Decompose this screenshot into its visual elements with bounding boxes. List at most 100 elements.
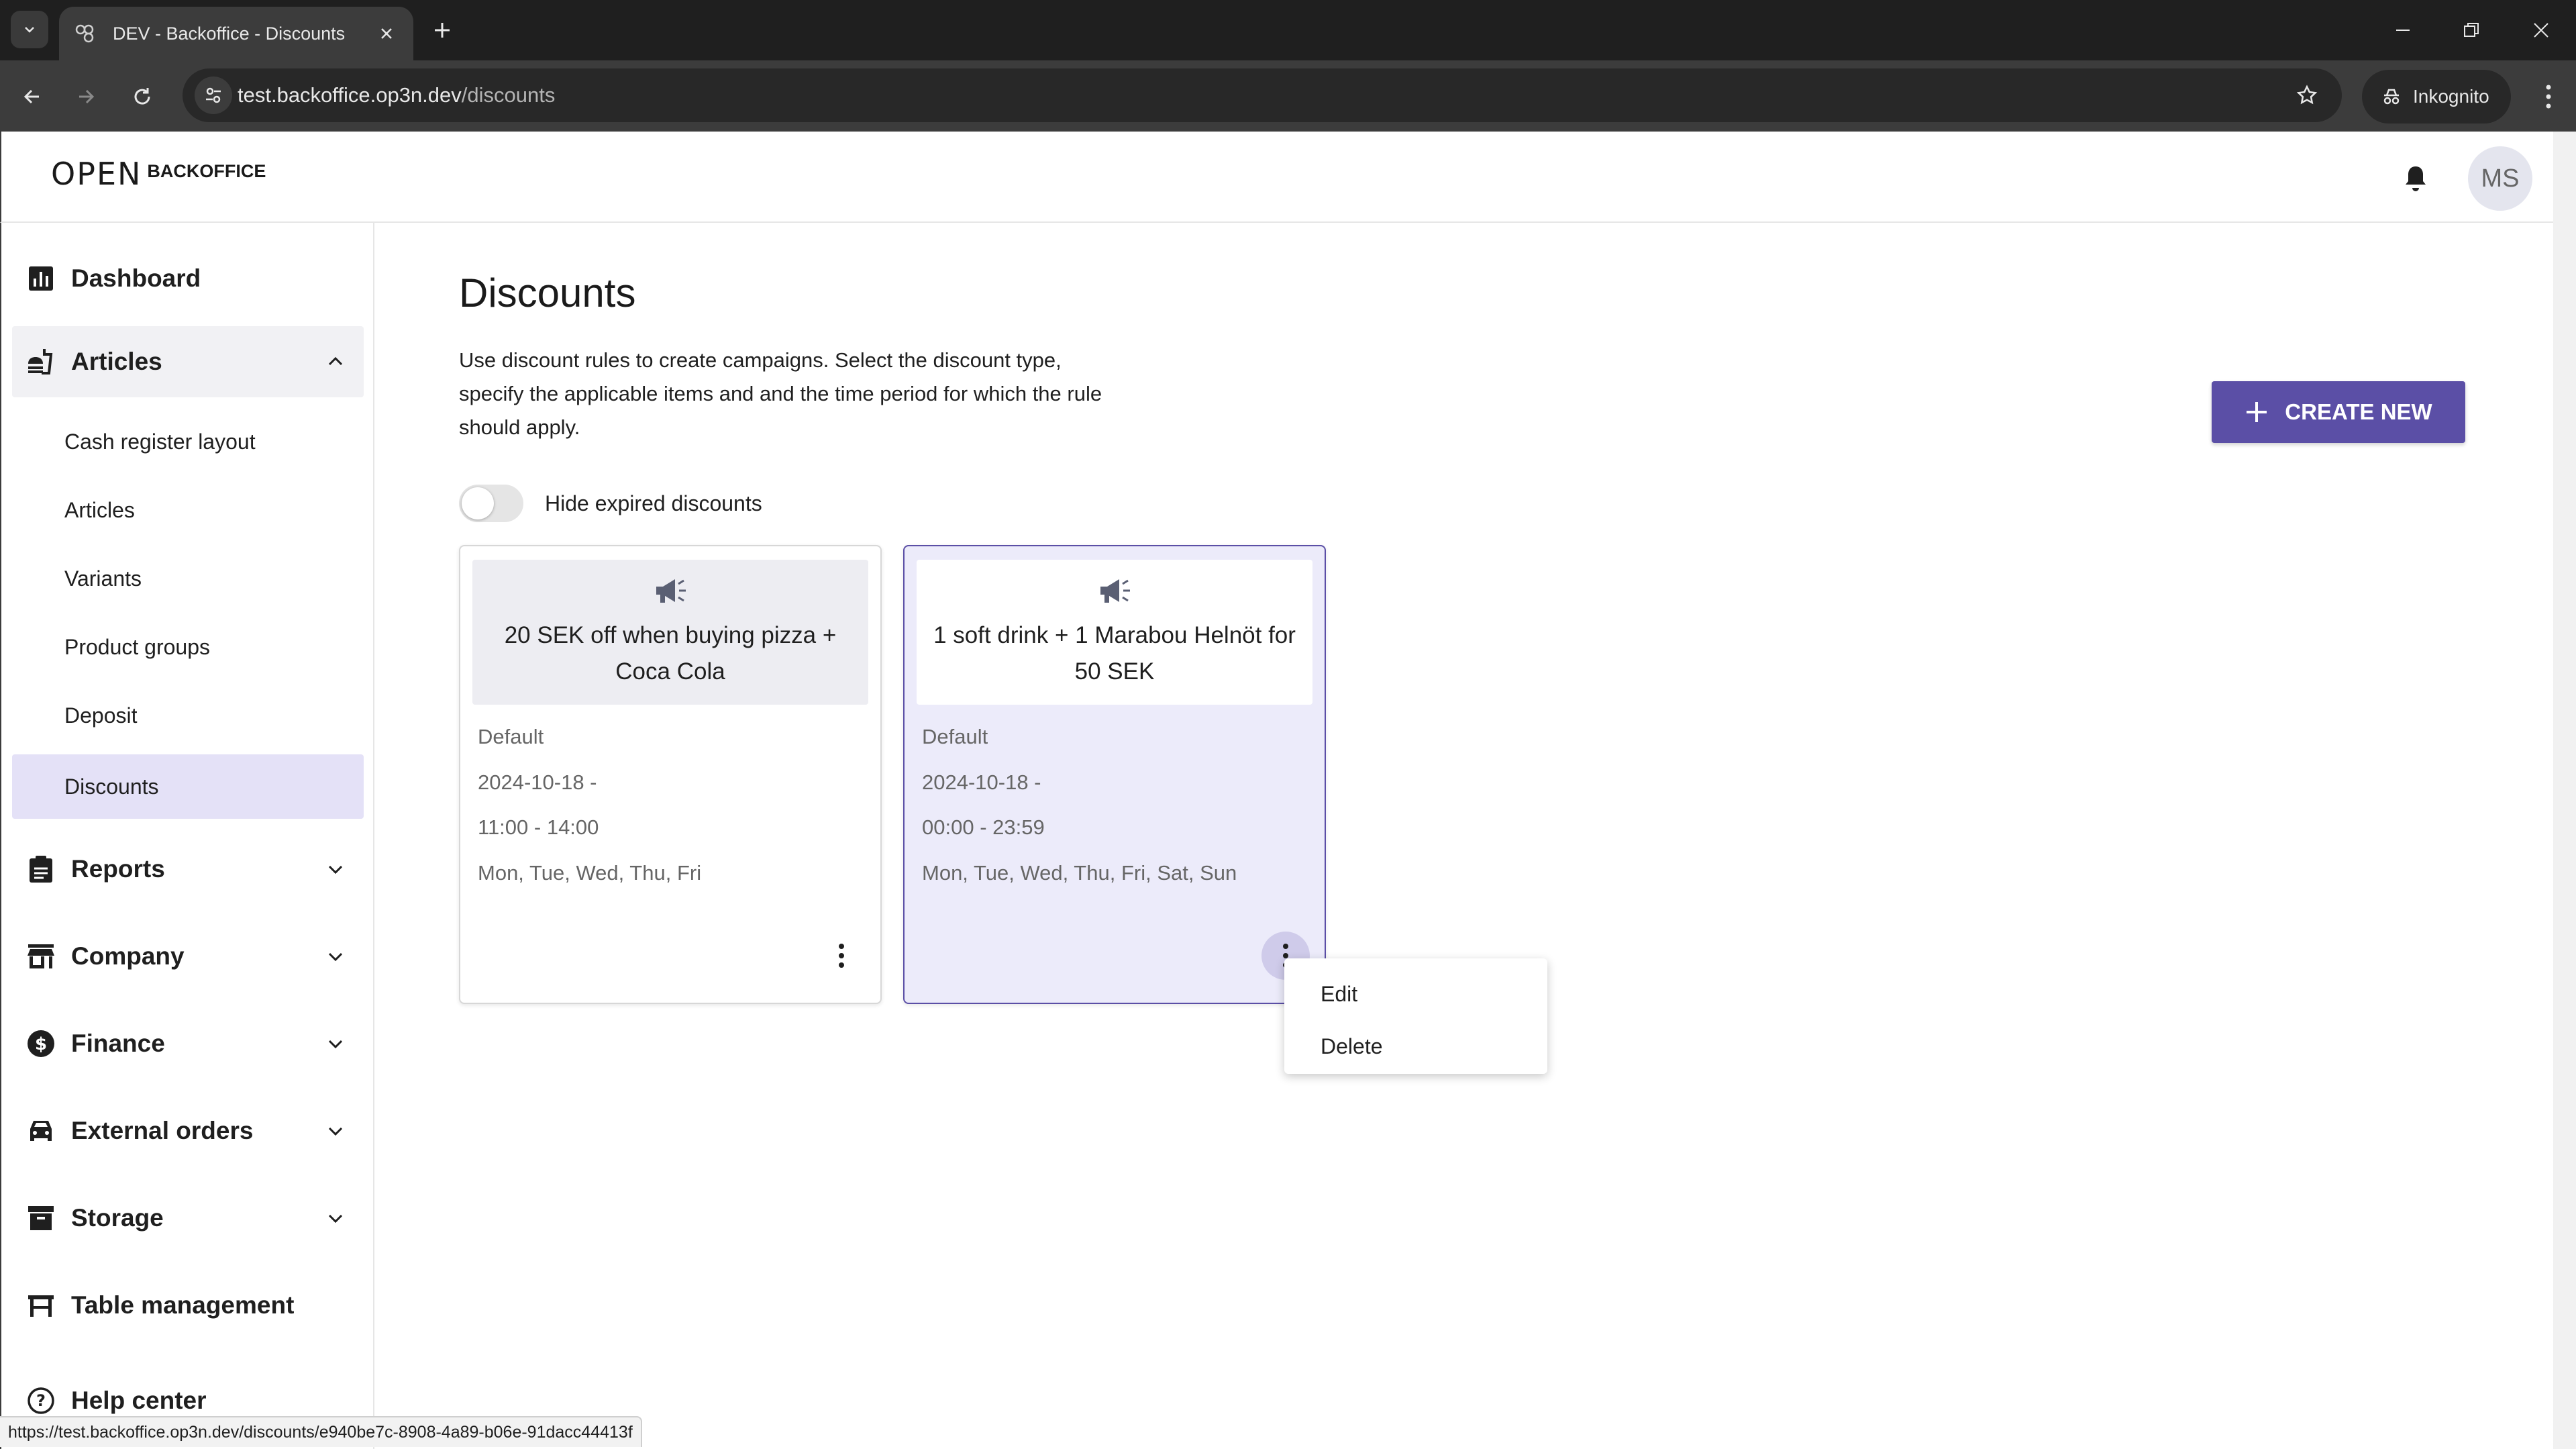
sidebar-item-dashboard[interactable]: Dashboard — [12, 243, 364, 314]
delete-menu-item[interactable]: Delete — [1284, 1020, 1547, 1072]
address-bar[interactable]: test.backoffice.op3n.dev/discounts — [183, 68, 2342, 122]
sidebar-item-deposit[interactable]: Deposit — [12, 683, 364, 748]
dollar-icon: $ — [25, 1028, 56, 1059]
card-header: 1 soft drink + 1 Marabou Helnöt for 50 S… — [917, 560, 1312, 705]
sidebar-item-cash-register-layout[interactable]: Cash register layout — [12, 409, 364, 474]
close-window-icon[interactable] — [2524, 13, 2558, 47]
sidebar-item-articles[interactable]: Articles — [12, 326, 364, 397]
megaphone-icon — [656, 579, 686, 603]
card-date: 2024-10-18 - — [478, 770, 597, 794]
sidebar-item-external-orders[interactable]: External orders — [12, 1095, 364, 1166]
browser-menu-icon[interactable] — [2530, 78, 2567, 115]
tab-title: DEV - Backoffice - Discounts — [113, 23, 346, 44]
reload-icon[interactable] — [123, 78, 161, 115]
url-text: test.backoffice.op3n.dev/discounts — [238, 83, 555, 107]
chart-icon — [25, 263, 56, 294]
browser-tab-bar: DEV - Backoffice - Discounts — [0, 0, 2576, 60]
edit-menu-item[interactable]: Edit — [1284, 968, 1547, 1020]
new-tab-icon[interactable] — [427, 15, 458, 46]
logo[interactable]: OPEN BACKOFFICE — [51, 158, 266, 189]
minimize-icon[interactable] — [2386, 13, 2420, 47]
forward-icon[interactable] — [67, 78, 105, 115]
site-settings-icon[interactable] — [195, 77, 232, 114]
discount-card[interactable]: 20 SEK off when buying pizza + Coca Cola… — [459, 545, 882, 1004]
card-header: 20 SEK off when buying pizza + Coca Cola — [472, 560, 868, 705]
create-new-button[interactable]: CREATE NEW — [2212, 381, 2465, 443]
sidebar-item-finance[interactable]: $ Finance — [12, 1008, 364, 1079]
svg-text:$: $ — [35, 1034, 47, 1054]
scrollbar[interactable] — [2553, 132, 2576, 1449]
card-title: 20 SEK off when buying pizza + Coca Cola — [504, 622, 837, 685]
tab-search-button[interactable] — [11, 11, 48, 48]
browser-toolbar: test.backoffice.op3n.dev/discounts Inkog… — [0, 60, 2576, 132]
sidebar-item-label: Reports — [71, 855, 165, 883]
status-bar-url: https://test.backoffice.op3n.dev/discoun… — [0, 1416, 642, 1447]
sidebar-item-articles-list[interactable]: Articles — [12, 478, 364, 542]
sidebar-item-storage[interactable]: Storage — [12, 1183, 364, 1254]
help-icon: ? — [25, 1385, 56, 1416]
table-icon — [25, 1290, 56, 1321]
card-type: Default — [478, 725, 544, 748]
sidebar-item-label: Articles — [71, 348, 162, 375]
chevron-down-icon — [321, 1203, 350, 1233]
svg-text:?: ? — [36, 1391, 46, 1410]
browser-tab[interactable]: DEV - Backoffice - Discounts — [59, 7, 413, 60]
chevron-down-icon — [321, 1029, 350, 1058]
incognito-indicator[interactable]: Inkognito — [2362, 70, 2511, 123]
hide-expired-label: Hide expired discounts — [545, 491, 762, 515]
discount-card[interactable]: 1 soft drink + 1 Marabou Helnöt for 50 S… — [903, 545, 1326, 1004]
card-more-icon[interactable] — [817, 932, 866, 980]
sidebar-item-label: Company — [71, 942, 185, 970]
notifications-bell-icon[interactable] — [2397, 160, 2434, 197]
toggle-knob — [462, 487, 494, 519]
close-tab-icon[interactable] — [374, 21, 399, 46]
card-title: 1 soft drink + 1 Marabou Helnöt for 50 S… — [933, 622, 1296, 685]
sidebar-item-table-management[interactable]: Table management — [12, 1270, 364, 1341]
app-header: OPEN BACKOFFICE MS — [0, 132, 2553, 223]
page-description: Use discount rules to create campaigns. … — [459, 348, 1102, 439]
archive-icon — [25, 1203, 56, 1234]
sidebar-item-label: Dashboard — [71, 264, 201, 292]
sidebar-item-label: Finance — [71, 1030, 165, 1057]
plus-icon — [2247, 402, 2267, 422]
sidebar: Dashboard Articles Cash register layout … — [0, 223, 374, 1449]
sidebar-item-discounts[interactable]: Discounts — [12, 754, 364, 819]
fastfood-icon — [25, 346, 56, 377]
incognito-icon — [2383, 89, 2400, 105]
logo-mark: OPEN — [51, 156, 142, 192]
card-time: 00:00 - 23:59 — [922, 815, 1045, 839]
clipboard-icon — [25, 854, 56, 885]
car-icon — [25, 1115, 56, 1146]
sidebar-item-label: Storage — [71, 1204, 164, 1232]
card-date: 2024-10-18 - — [922, 770, 1041, 794]
url-host: test.backoffice.op3n.dev — [238, 83, 462, 107]
card-context-menu: Edit Delete — [1284, 958, 1547, 1074]
sidebar-item-reports[interactable]: Reports — [12, 834, 364, 905]
card-days: Mon, Tue, Wed, Thu, Fri, Sat, Sun — [922, 861, 1237, 885]
page-title: Discounts — [459, 270, 636, 315]
sidebar-item-product-groups[interactable]: Product groups — [12, 615, 364, 679]
main-content: Discounts Use discount rules to create c… — [376, 223, 2553, 1449]
favicon-icon — [75, 24, 94, 43]
card-type: Default — [922, 725, 988, 748]
chevron-up-icon — [321, 347, 350, 377]
sidebar-item-variants[interactable]: Variants — [12, 546, 364, 611]
hide-expired-toggle[interactable] — [459, 485, 523, 522]
create-new-label: CREATE NEW — [2285, 399, 2432, 424]
sidebar-item-company[interactable]: Company — [12, 921, 364, 992]
chevron-down-icon — [25, 27, 34, 33]
incognito-label: Inkognito — [2413, 86, 2489, 107]
bookmark-star-icon[interactable] — [2292, 81, 2322, 110]
hide-expired-row: Hide expired discounts — [459, 485, 762, 522]
sidebar-item-label: Table management — [71, 1291, 295, 1319]
chevron-down-icon — [321, 942, 350, 971]
back-icon[interactable] — [13, 78, 51, 115]
avatar[interactable]: MS — [2468, 146, 2532, 211]
restore-icon[interactable] — [2455, 13, 2488, 47]
chevron-down-icon — [321, 854, 350, 884]
chevron-down-icon — [321, 1116, 350, 1146]
megaphone-icon — [1100, 579, 1130, 603]
logo-text: BACKOFFICE — [147, 161, 266, 181]
url-path: /discounts — [461, 83, 556, 107]
store-icon — [25, 941, 56, 972]
